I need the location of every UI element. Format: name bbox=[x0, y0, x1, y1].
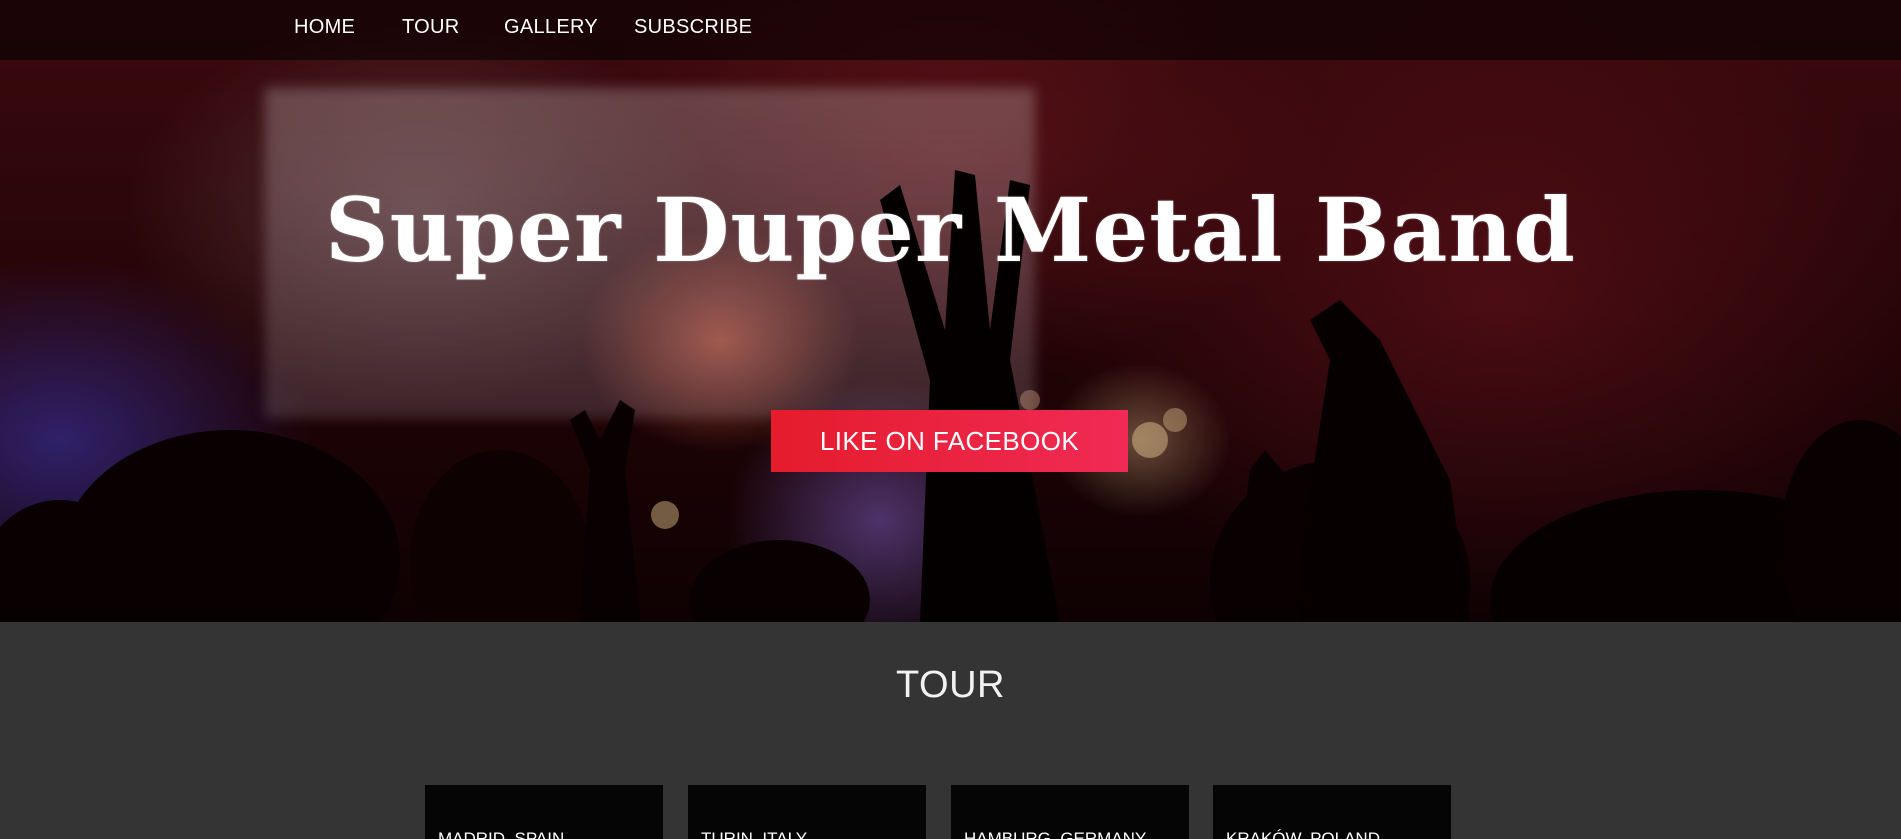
nav-tour-link[interactable]: TOUR bbox=[402, 16, 460, 39]
hero-overlay bbox=[0, 0, 1901, 622]
tour-section: TOUR MADRID, SPAIN TURIN, ITALY HAMBURG,… bbox=[0, 622, 1901, 839]
nav-gallery-link[interactable]: GALLERY bbox=[504, 16, 598, 39]
tour-card-city: KRAKÓW, POLAND bbox=[1226, 829, 1380, 839]
tour-heading: TOUR bbox=[896, 664, 1005, 706]
hero-section: HOME TOUR GALLERY SUBSCRIBE Super Duper … bbox=[0, 0, 1901, 622]
tour-card-city: TURIN, ITALY bbox=[701, 829, 808, 839]
tour-card[interactable]: HAMBURG, GERMANY bbox=[951, 785, 1189, 839]
nav-subscribe-link[interactable]: SUBSCRIBE bbox=[634, 16, 752, 39]
tour-card-city: HAMBURG, GERMANY bbox=[964, 829, 1147, 839]
tour-card[interactable]: MADRID, SPAIN bbox=[425, 785, 663, 839]
nav-home-link[interactable]: HOME bbox=[294, 16, 355, 39]
like-on-facebook-button[interactable]: LIKE ON FACEBOOK bbox=[771, 410, 1128, 472]
band-title: Super Duper Metal Band bbox=[325, 178, 1576, 282]
tour-card[interactable]: KRAKÓW, POLAND bbox=[1213, 785, 1451, 839]
top-navbar: HOME TOUR GALLERY SUBSCRIBE bbox=[0, 0, 1901, 60]
tour-card-city: MADRID, SPAIN bbox=[438, 829, 565, 839]
tour-card[interactable]: TURIN, ITALY bbox=[688, 785, 926, 839]
